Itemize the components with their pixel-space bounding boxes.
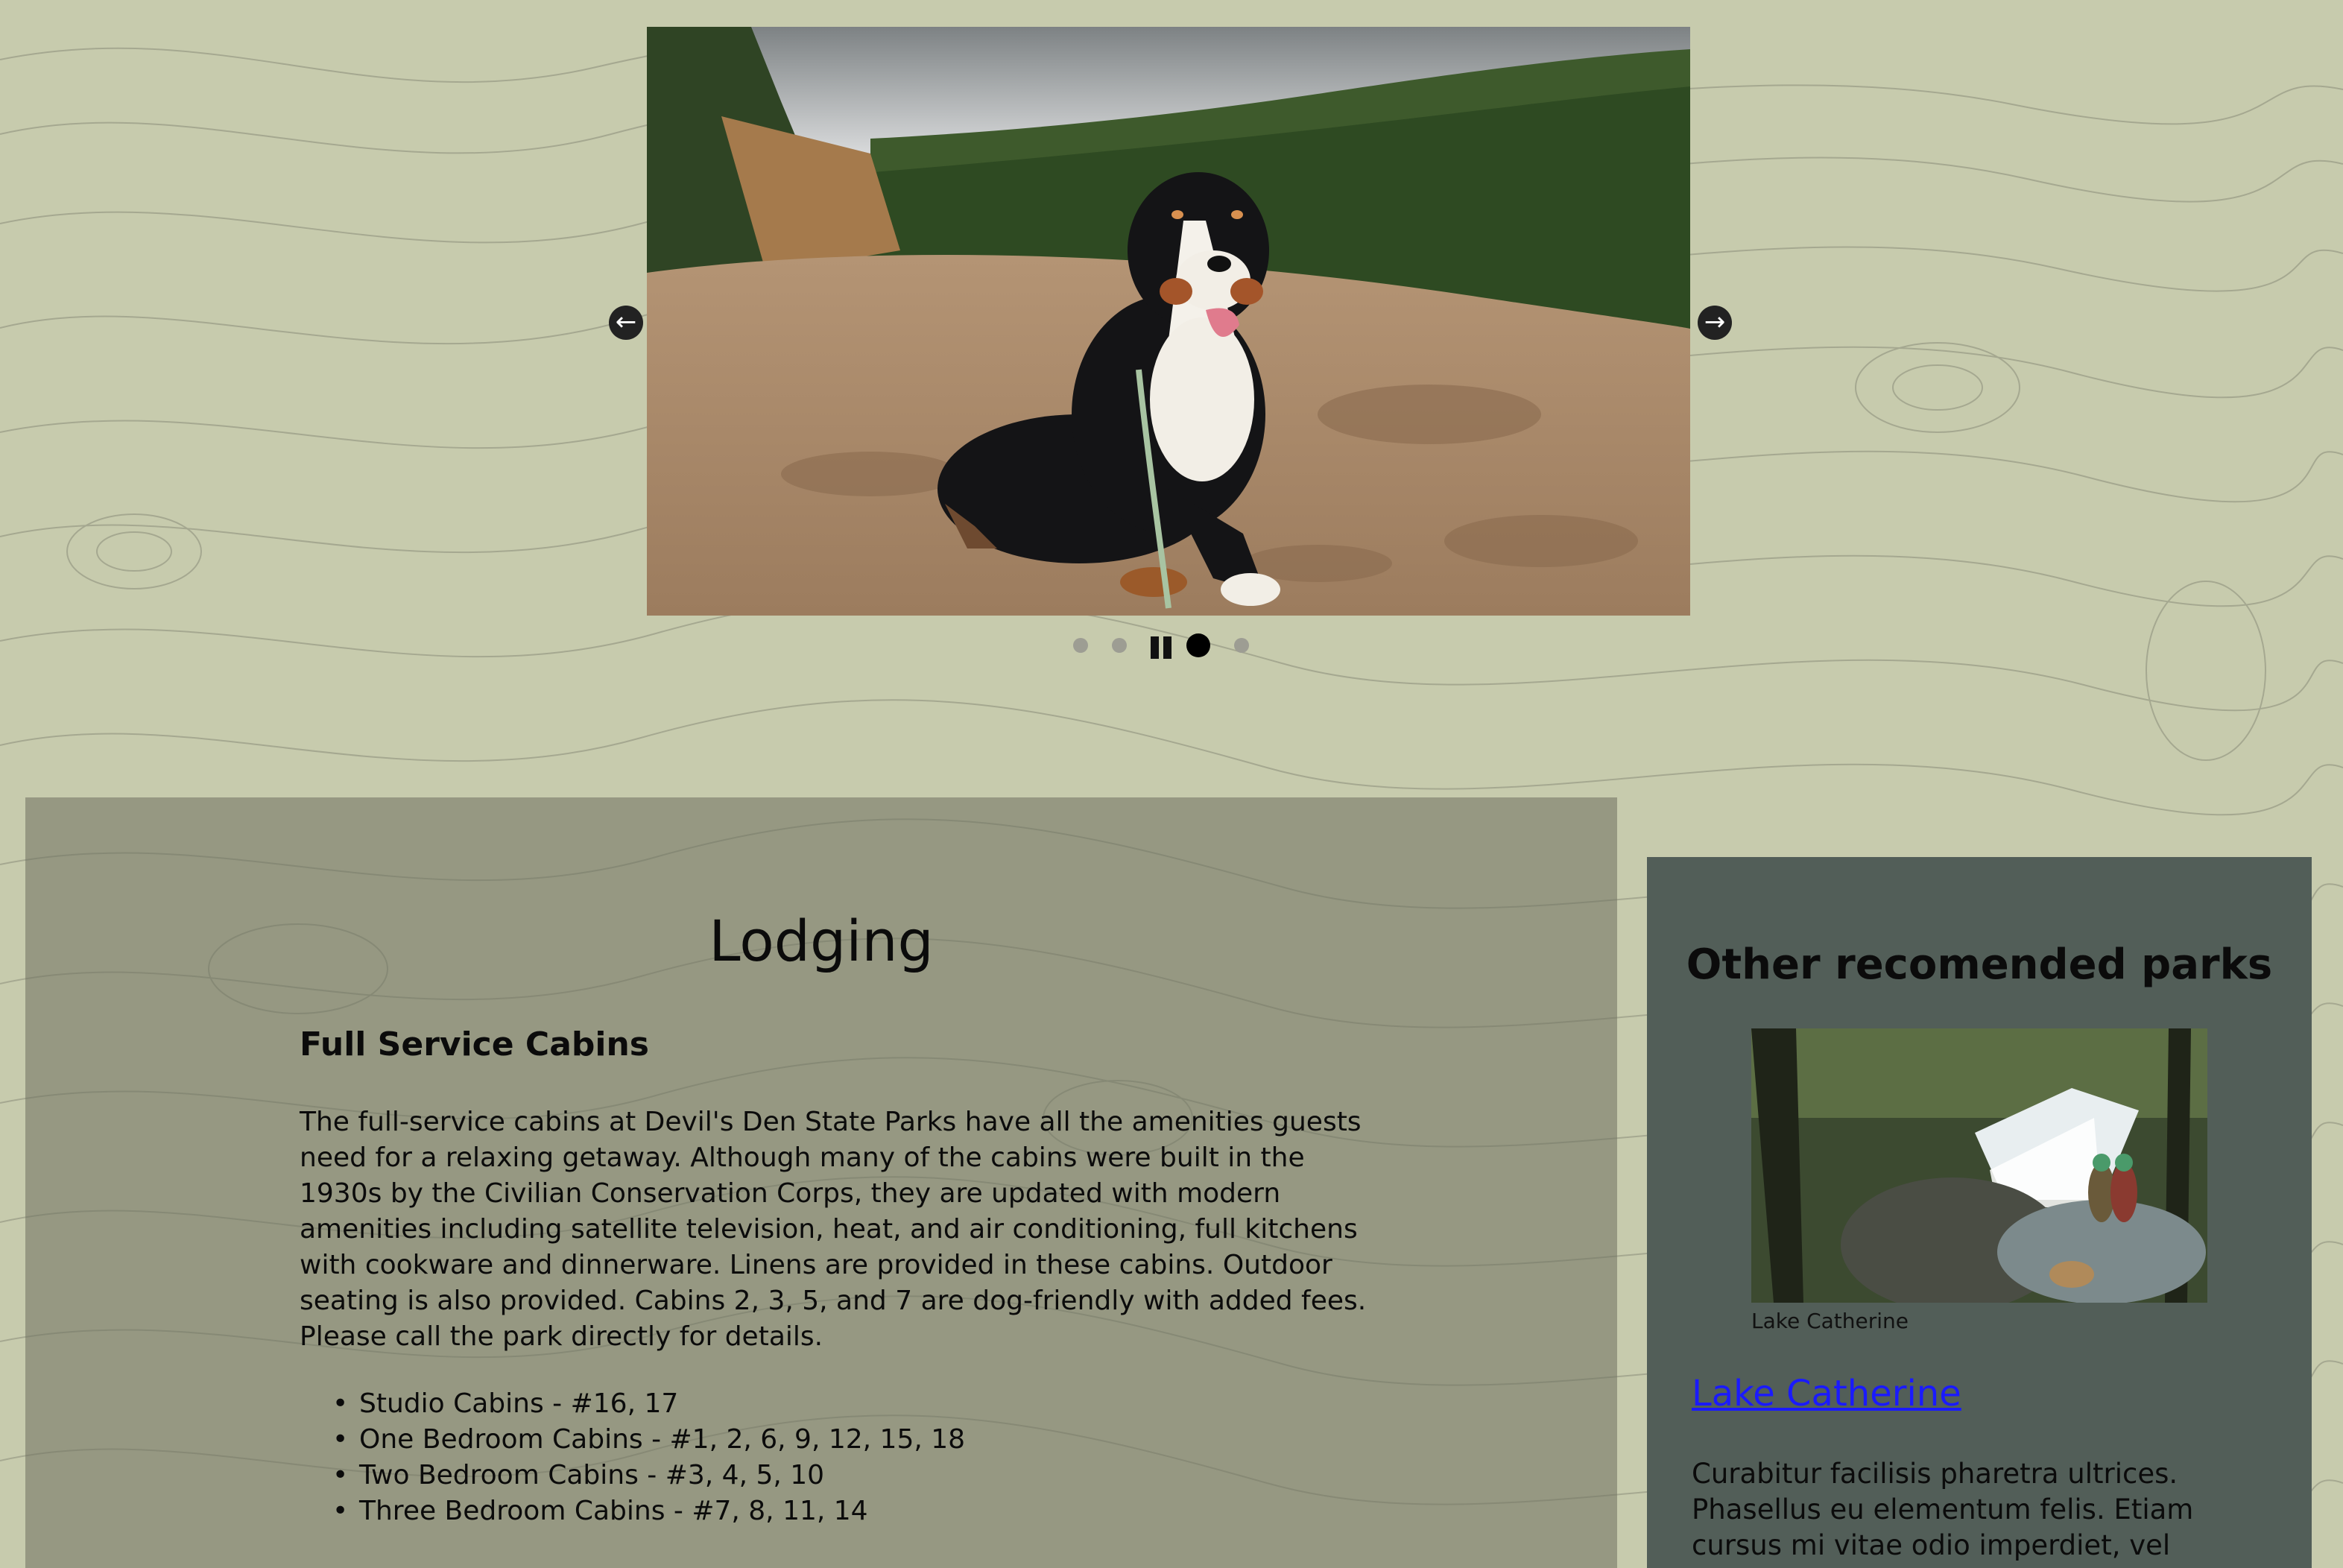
carousel-dot-3[interactable] [1186,633,1210,657]
carousel-dot-4[interactable] [1234,638,1249,653]
park-description: Curabitur facilisis pharetra ultrices. P… [1692,1458,2194,1568]
carousel-prev-arrow-icon[interactable]: ← [609,306,643,340]
list-item: One Bedroom Cabins - #1, 2, 6, 9, 12, 15… [300,1422,965,1458]
lake-catherine-photo [1751,1028,2207,1303]
image-carousel [647,27,1690,616]
list-item: Three Bedroom Cabins - #7, 8, 11, 14 [300,1493,965,1529]
carousel-pagination [1073,627,1273,663]
cabin-list: Studio Cabins - #16, 17 One Bedroom Cabi… [300,1386,965,1529]
carousel-dot-2[interactable] [1112,638,1127,653]
photo-caption: Lake Catherine [1751,1309,1909,1333]
section-heading: Full Service Cabins [300,1025,649,1063]
carousel-next-arrow-icon[interactable]: → [1698,306,1732,340]
park-link-lake-catherine[interactable]: Lake Catherine [1692,1373,1961,1414]
carousel-slide-image [647,27,1690,616]
sidebar-title: Other recomended parks [1686,941,2273,989]
dog-on-cliff-photo [647,27,1690,616]
cabins-description: The full-service cabins at Devil's Den S… [300,1107,1367,1352]
carousel-dot-1[interactable] [1073,638,1088,653]
pause-icon[interactable] [1151,636,1172,660]
list-item: Two Bedroom Cabins - #3, 4, 5, 10 [300,1458,965,1493]
list-item: Studio Cabins - #16, 17 [300,1386,965,1422]
lodging-section: Lodging Full Service Cabins The full-ser… [25,797,1617,1568]
recommended-parks-sidebar: Other recomended parks Lake Catherine La… [1647,857,2312,1568]
page-title: Lodging [709,908,934,974]
